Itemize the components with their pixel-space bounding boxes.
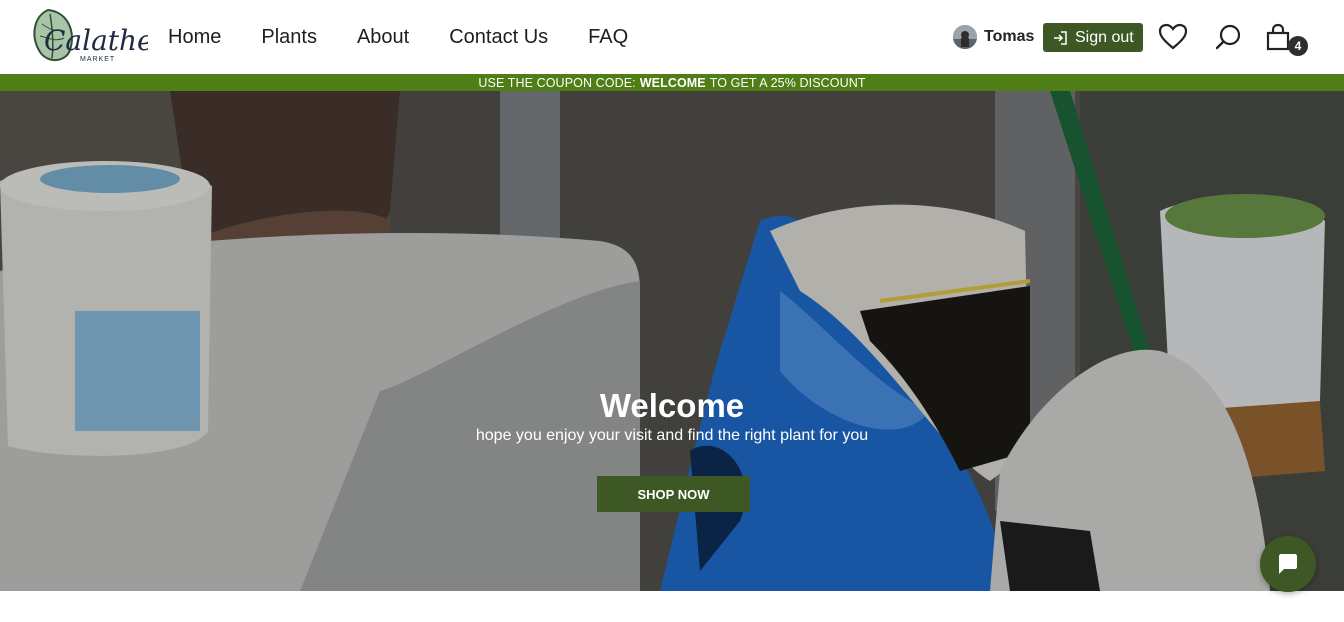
sign-out-label: Sign out <box>1075 28 1134 46</box>
username: Tomas <box>984 28 1035 45</box>
nav-plants[interactable]: Plants <box>261 26 317 49</box>
chat-icon <box>1279 554 1297 574</box>
main-nav: Home Plants About Contact Us FAQ <box>168 0 668 74</box>
nav-contact-us[interactable]: Contact Us <box>449 26 548 49</box>
sign-out-button[interactable]: Sign out <box>1043 23 1143 52</box>
hero-section: Welcome hope you enjoy your visit and fi… <box>0 91 1344 591</box>
heart-icon <box>1158 23 1188 50</box>
calathea-logo[interactable]: Calathea MARKET <box>30 6 148 64</box>
promo-banner: USE THE COUPON CODE: WELCOME TO GET A 25… <box>0 74 1344 91</box>
search-button[interactable] <box>1212 22 1244 52</box>
logo-graphic: Calathea MARKET <box>33 8 148 63</box>
hero-overlay <box>0 91 1344 591</box>
hero-title: Welcome <box>599 387 745 424</box>
site-header: Calathea MARKET Home Plants About Contac… <box>0 0 1344 74</box>
promo-suffix: TO GET A 25% DISCOUNT <box>709 75 866 90</box>
svg-text:Calathea: Calathea <box>44 24 148 57</box>
promo-prefix: USE THE COUPON CODE: <box>478 75 636 90</box>
cart-count-badge: 4 <box>1288 36 1308 56</box>
avatar <box>953 25 977 49</box>
search-icon <box>1215 24 1241 50</box>
user-profile[interactable]: Tomas <box>953 24 1034 50</box>
login-icon <box>1054 30 1067 45</box>
promo-code: WELCOME <box>639 75 706 90</box>
hero-subtitle: hope you enjoy your visit and find the r… <box>475 427 869 444</box>
nav-faq[interactable]: FAQ <box>588 26 628 49</box>
shop-now-button[interactable]: SHOP NOW <box>597 476 750 512</box>
nav-home[interactable]: Home <box>168 26 221 49</box>
chat-button[interactable] <box>1260 536 1316 592</box>
nav-about[interactable]: About <box>357 26 409 49</box>
svg-text:MARKET: MARKET <box>80 56 115 63</box>
wishlist-button[interactable] <box>1157 22 1189 52</box>
